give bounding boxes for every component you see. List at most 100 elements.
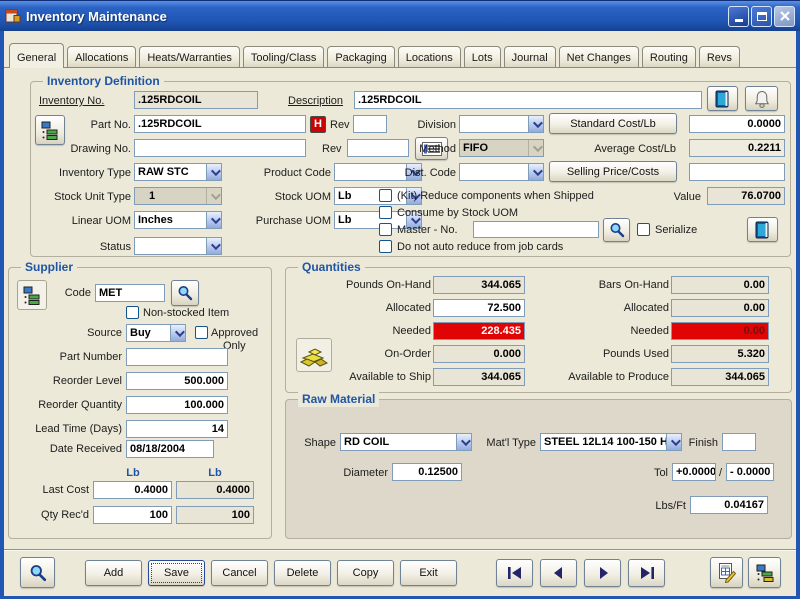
last-cost-field-1[interactable]: 0.4000 (93, 481, 172, 499)
status-select[interactable] (134, 237, 222, 255)
quantities-group: Quantities Pounds On-Hand 344.065 Alloca… (285, 267, 792, 393)
inventory-type-select[interactable]: RAW STC (134, 163, 222, 181)
available-to-produce-label: Available to Produce (539, 371, 669, 384)
reorder-quantity-field[interactable]: 100.000 (126, 396, 228, 414)
lead-time-field[interactable]: 14 (126, 420, 228, 438)
standard-cost-button[interactable]: Standard Cost/Lb (549, 113, 677, 134)
average-cost-field: 0.2211 (689, 139, 785, 157)
non-stocked-checkbox[interactable] (126, 306, 139, 319)
app-icon (5, 8, 21, 24)
source-label: Source (54, 327, 122, 340)
part-number-label: Part Number (14, 351, 122, 364)
part-no-field[interactable]: .125RDCOIL (134, 115, 306, 133)
standard-cost-field[interactable]: 0.0000 (689, 115, 785, 133)
h-flag-button[interactable]: H (310, 116, 326, 133)
on-order-field: 0.000 (433, 345, 525, 363)
pounds-on-hand-field: 344.065 (433, 276, 525, 294)
tab-heats-warranties[interactable]: Heats/Warranties (139, 46, 240, 67)
dist-code-select[interactable] (459, 163, 544, 181)
kit-checkbox[interactable] (379, 189, 392, 202)
approved-only-checkbox[interactable] (195, 326, 208, 339)
tol-plus-field[interactable]: +0.0000 (672, 463, 716, 481)
reorder-level-label: Reorder Level (14, 375, 122, 388)
nav-first-button[interactable] (496, 559, 533, 587)
selling-price-field[interactable] (689, 163, 785, 181)
supplier-tree-icon (17, 280, 47, 310)
qty-recd-field-2: 100 (176, 506, 254, 524)
window: Inventory Maintenance General Allocation… (0, 0, 800, 599)
date-received-field[interactable]: 08/18/2004 (126, 440, 214, 458)
tab-packaging[interactable]: Packaging (327, 46, 394, 67)
needed-lbs-field: 228.435 (433, 322, 525, 340)
cancel-button[interactable]: Cancel (211, 560, 268, 586)
no-auto-reduce-checkbox[interactable] (379, 240, 392, 253)
minimize-button[interactable] (728, 6, 749, 27)
diameter-field[interactable]: 0.12500 (392, 463, 462, 481)
selling-price-button[interactable]: Selling Price/Costs (549, 161, 677, 182)
qty-recd-field-1[interactable]: 100 (93, 506, 172, 524)
serialize-checkbox[interactable] (637, 223, 650, 236)
tab-revs[interactable]: Revs (699, 46, 740, 67)
chevron-down-icon (206, 188, 221, 204)
inventory-type-label: Inventory Type (39, 167, 131, 180)
report-button[interactable] (710, 557, 743, 588)
drawing-no-field[interactable] (134, 139, 306, 157)
hierarchy-icon (40, 120, 60, 140)
nav-last-button[interactable] (628, 559, 665, 587)
tab-lots[interactable]: Lots (464, 46, 501, 67)
master-no-field[interactable] (473, 221, 599, 238)
reorder-level-field[interactable]: 500.000 (126, 372, 228, 390)
search-button[interactable] (20, 557, 55, 588)
linear-uom-select[interactable]: Inches (134, 211, 222, 229)
lbs-ft-field[interactable]: 0.04167 (690, 496, 768, 514)
division-select[interactable] (459, 115, 544, 133)
allocated-lbs-field[interactable]: 72.500 (433, 299, 525, 317)
tab-locations[interactable]: Locations (398, 46, 461, 67)
tol-minus-field[interactable]: - 0.0000 (726, 463, 774, 481)
tree-button[interactable] (748, 557, 781, 588)
inventory-no-label[interactable]: Inventory No. (39, 95, 133, 108)
kit-checkbox-label: (Kit) Reduce components when Shipped (397, 190, 594, 203)
window-title: Inventory Maintenance (26, 9, 726, 24)
consume-checkbox[interactable] (379, 206, 392, 219)
notes-book-button[interactable] (707, 86, 738, 111)
tab-net-changes[interactable]: Net Changes (559, 46, 639, 67)
maximize-button[interactable] (751, 6, 772, 27)
last-cost-label: Last Cost (27, 484, 89, 497)
allocated-bars-field: 0.00 (671, 299, 769, 317)
supplier-code-field[interactable]: MET (95, 284, 165, 302)
inventory-definition-group: Inventory Definition Inventory No. .125R… (30, 81, 791, 257)
description-field[interactable]: .125RDCOIL (354, 91, 702, 109)
exit-button[interactable]: Exit (400, 560, 457, 586)
parts-tree-button[interactable] (35, 115, 65, 145)
source-select[interactable]: Buy (126, 324, 186, 342)
rev-label: Rev (330, 119, 352, 132)
part-number-field[interactable] (126, 348, 228, 366)
pounds-used-field: 5.320 (671, 345, 769, 363)
maximize-icon (757, 12, 767, 21)
nav-next-button[interactable] (584, 559, 621, 587)
add-button[interactable]: Add (85, 560, 142, 586)
first-record-icon (506, 566, 524, 580)
close-button[interactable] (774, 6, 795, 27)
delete-button[interactable]: Delete (274, 560, 331, 586)
save-button[interactable]: Save (148, 560, 205, 586)
description-label[interactable]: Description (288, 95, 352, 108)
shape-select[interactable]: RD COIL (340, 433, 472, 451)
finish-field[interactable] (722, 433, 756, 451)
qty-recd-label: Qty Rec'd (27, 509, 89, 522)
matl-type-select[interactable]: STEEL 12L14 100-150 HE (540, 433, 682, 451)
alert-bell-button[interactable] (745, 86, 778, 111)
tab-routing[interactable]: Routing (642, 46, 696, 67)
supplier-search-button[interactable] (171, 280, 199, 306)
tab-journal[interactable]: Journal (504, 46, 556, 67)
tab-tooling-class[interactable]: Tooling/Class (243, 46, 324, 67)
copy-button[interactable]: Copy (337, 560, 394, 586)
magnifier-icon (177, 285, 193, 301)
serial-book-button[interactable] (747, 217, 778, 242)
tab-general[interactable]: General (9, 43, 64, 68)
master-checkbox[interactable] (379, 223, 392, 236)
tab-allocations[interactable]: Allocations (67, 46, 136, 67)
master-search-button[interactable] (603, 218, 630, 242)
nav-prev-button[interactable] (540, 559, 577, 587)
